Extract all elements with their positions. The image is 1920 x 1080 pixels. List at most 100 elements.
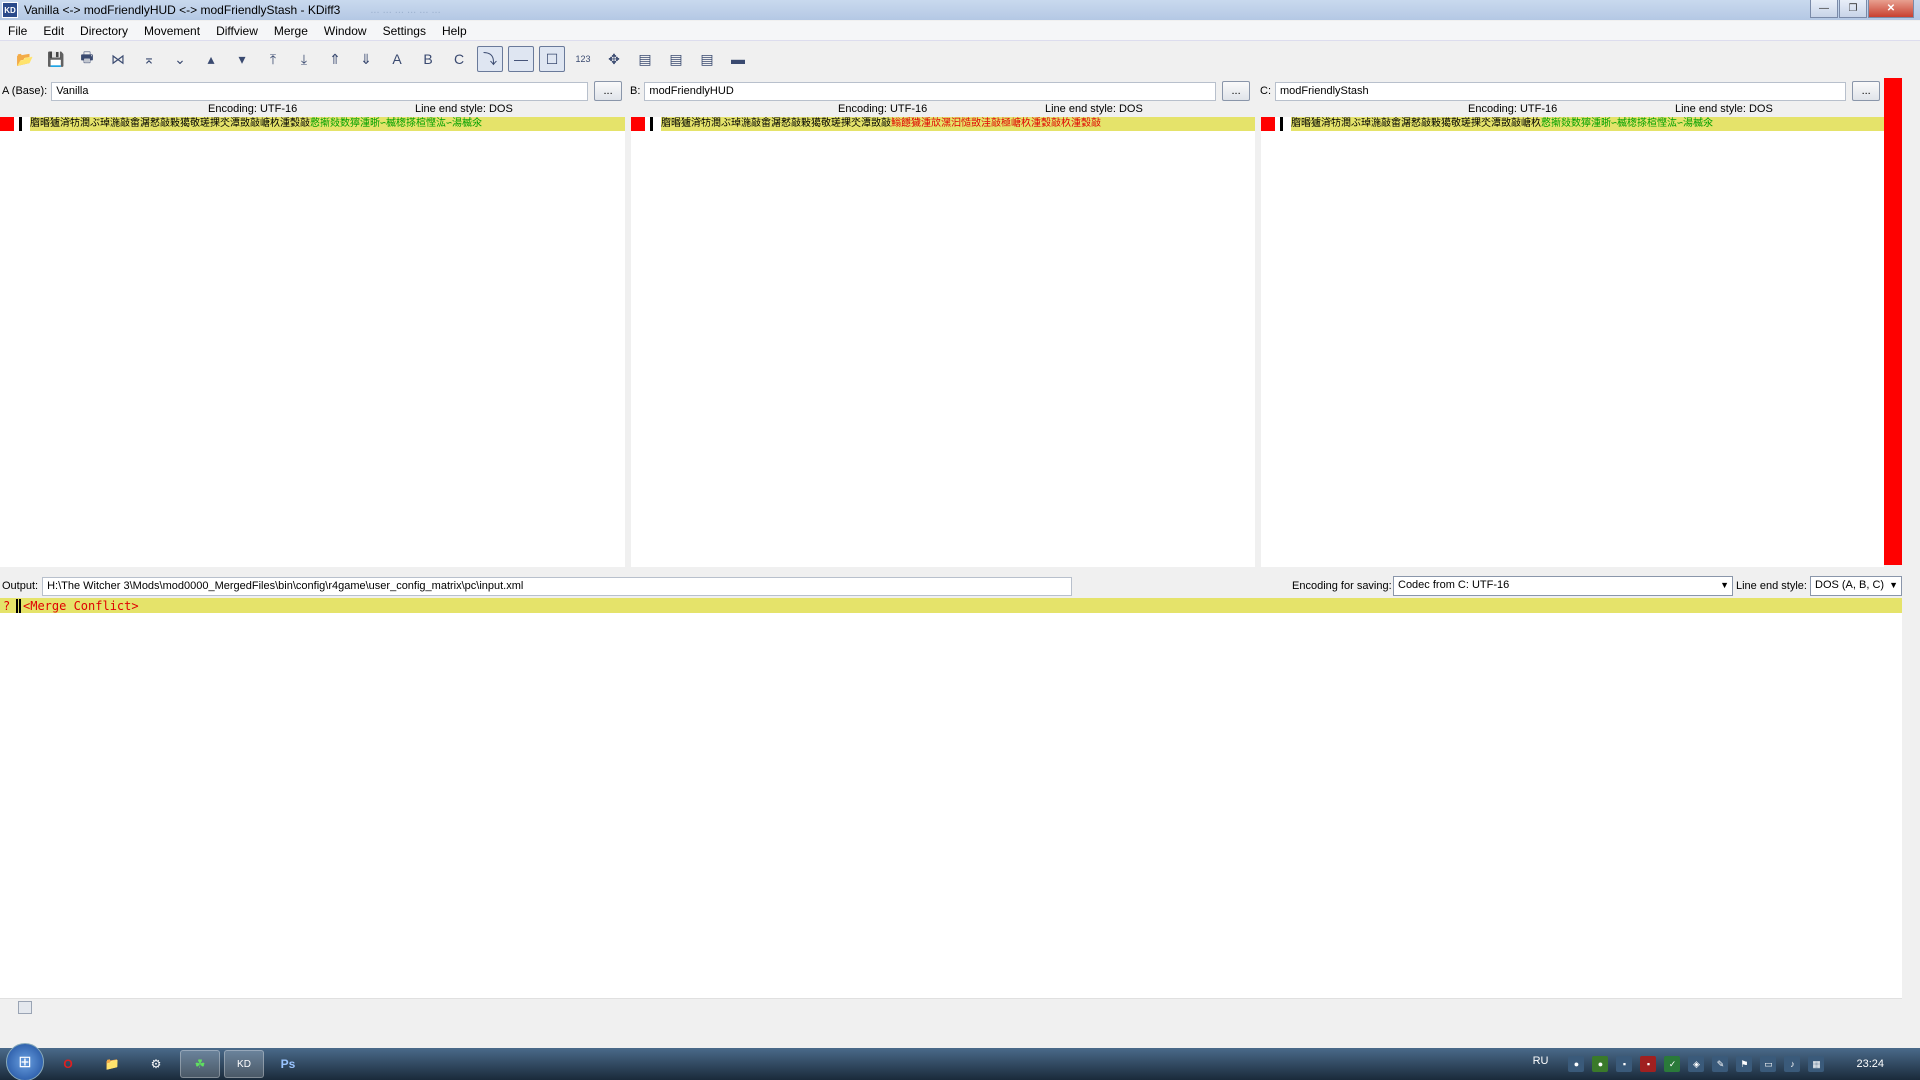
- prev-delta-icon[interactable]: ▴: [198, 46, 224, 72]
- pane-a-encoding: Encoding: UTF-16: [208, 103, 298, 115]
- pane-b-text-red: 䱵䭡獩湩㰠潶汩慥敳洼敲極嵣杦湩瑴敲杦湩瑴敲: [891, 118, 1101, 129]
- diff-vertical-scrollbar[interactable]: [1903, 78, 1920, 565]
- clock[interactable]: 23:24: [1856, 1058, 1884, 1070]
- tray-ssd-icon[interactable]: ▪: [1616, 1056, 1633, 1072]
- pane-c-line-end: Line end style: DOS: [1675, 103, 1773, 115]
- show-line-numbers-icon[interactable]: 123: [570, 46, 596, 72]
- menu-settings[interactable]: Settings: [375, 24, 434, 38]
- text-cursor: [19, 598, 21, 613]
- pane-b-file-input[interactable]: modFriendlyHUD: [644, 81, 1217, 101]
- tray-sb-icon[interactable]: ▪: [1640, 1056, 1657, 1072]
- merge-conflict-text: <Merge Conflict>: [23, 598, 139, 613]
- merge-horizontal-scrollbar[interactable]: [0, 998, 1902, 1015]
- auto-advance-icon[interactable]: ⤵: [477, 46, 503, 72]
- pane-a-diff-markers: [0, 117, 22, 131]
- line-marker: [19, 117, 22, 131]
- show-window-b-icon[interactable]: ▤: [663, 46, 689, 72]
- flag-icon[interactable]: ⚑: [1736, 1056, 1753, 1072]
- output-path-input[interactable]: H:\The Witcher 3\Mods\mod0000_MergedFile…: [42, 576, 1073, 596]
- merge-vertical-scrollbar[interactable]: [1903, 598, 1920, 998]
- volume-icon[interactable]: ♪: [1784, 1056, 1801, 1072]
- window-controls: — ❐ ✕: [1810, 0, 1914, 18]
- prev-unsolved-conflict-icon[interactable]: ⇑: [322, 46, 348, 72]
- pane-a-diff-line: 䐇㬆獹浳牥潤ぶ琸湤敲畬潳慭敲敤獦敬瑳捰氼潭敳敲嵣杦湩瑴敲慦摲敥数獰湩晣∽楲楤搽楦…: [30, 117, 625, 131]
- toolbar: 📂 💾 🖶 ⋈ ⌅ ⌄ ▴ ▾ ⤒ ⤓ ⇑ ⇓ A B C ⤵ — ☐ 123 …: [0, 44, 1920, 74]
- menu-directory[interactable]: Directory: [72, 24, 136, 38]
- pane-b-line-end: Line end style: DOS: [1045, 103, 1143, 115]
- pane-b-encoding: Encoding: UTF-16: [838, 103, 928, 115]
- pane-c-file-input[interactable]: modFriendlyStash: [1275, 81, 1847, 101]
- background-ghost-text: ... ... ... ... ... ...: [370, 4, 441, 16]
- system-tray: RU ● ● ▪ ▪ ✓ ◈ ✎ ⚑ ▭ ♪ ▦ 23:24: [1533, 1048, 1920, 1080]
- show-window-c-icon[interactable]: ▤: [694, 46, 720, 72]
- scrollbar-thumb[interactable]: [18, 1001, 32, 1014]
- taskbar-opera-icon[interactable]: O: [48, 1050, 88, 1078]
- tray-shield-icon[interactable]: ✓: [1664, 1056, 1681, 1072]
- close-button[interactable]: ✕: [1868, 0, 1914, 18]
- select-c-icon[interactable]: C: [446, 46, 472, 72]
- print-icon[interactable]: 🖶: [74, 46, 100, 72]
- select-b-icon[interactable]: B: [415, 46, 441, 72]
- tray-extra-icon[interactable]: ▦: [1808, 1056, 1825, 1072]
- pane-a-browse-button[interactable]: ...: [594, 81, 622, 101]
- menu-merge[interactable]: Merge: [266, 24, 316, 38]
- menu-window[interactable]: Window: [316, 24, 375, 38]
- line-end-style-value: DOS (A, B, C): [1815, 579, 1885, 591]
- go-top-icon[interactable]: ⌅: [136, 46, 162, 72]
- merge-output-view[interactable]: ? <Merge Conflict>: [0, 598, 1902, 1000]
- line-marker: [650, 117, 653, 131]
- show-window-a-icon[interactable]: ▤: [632, 46, 658, 72]
- toggle-split-icon[interactable]: ▬: [725, 46, 751, 72]
- line-marker: [1280, 117, 1283, 131]
- merge-conflict-line[interactable]: ? <Merge Conflict>: [0, 598, 1902, 613]
- taskbar-kdiff3-icon[interactable]: KD: [224, 1050, 264, 1078]
- next-conflict-icon[interactable]: ⤓: [291, 46, 317, 72]
- tray-pen-icon[interactable]: ✎: [1712, 1056, 1729, 1072]
- diff-overview-bar[interactable]: [1884, 78, 1902, 565]
- output-label: Output:: [2, 580, 39, 592]
- start-button[interactable]: ⊞: [6, 1043, 44, 1080]
- tray-nvidia-icon[interactable]: ●: [1592, 1056, 1609, 1072]
- text-cursor: [16, 598, 18, 613]
- menu-file[interactable]: File: [0, 24, 35, 38]
- go-bottom-icon[interactable]: ⌄: [167, 46, 193, 72]
- save-icon[interactable]: 💾: [43, 46, 69, 72]
- show-whitespace-chars-icon[interactable]: ☐: [539, 46, 565, 72]
- line-end-style-select[interactable]: DOS (A, B, C) ▼: [1810, 576, 1902, 596]
- pane-c-label: C:: [1260, 85, 1271, 97]
- select-a-icon[interactable]: A: [384, 46, 410, 72]
- pane-a-view[interactable]: 䐇㬆獹浳牥潤ぶ琸湤敲畬潳慭敲敤獦敬瑳捰氼潭敳敲嵣杦湩瑴敲慦摲敥数獰湩晣∽楲楤搽楦…: [0, 117, 625, 567]
- pane-c-browse-button[interactable]: ...: [1852, 81, 1880, 101]
- minimize-button[interactable]: —: [1810, 0, 1838, 18]
- next-delta-icon[interactable]: ▾: [229, 46, 255, 72]
- taskbar-explorer-icon[interactable]: 📁: [92, 1050, 132, 1078]
- taskbar-app-icon[interactable]: ⚙: [136, 1050, 176, 1078]
- tray-app-icon[interactable]: ●: [1568, 1056, 1585, 1072]
- show-whitespace-icon[interactable]: —: [508, 46, 534, 72]
- pane-c-view[interactable]: 䐇㬆獹浳牥潤ぶ琸湤敲畬潳慭敲敤獦敬瑳捰氼潭敳敲嵣杦慦摲敥数獰湩晣∽楲楤搽楦慳汯∽…: [1261, 117, 1884, 567]
- pane-b-browse-button[interactable]: ...: [1222, 81, 1250, 101]
- maximize-button[interactable]: ❐: [1839, 0, 1867, 18]
- network-icon[interactable]: ▭: [1760, 1056, 1777, 1072]
- choose-every-icon[interactable]: ✥: [601, 46, 627, 72]
- encoding-saving-select[interactable]: Codec from C: UTF-16 ▼: [1393, 576, 1733, 596]
- conflict-marker: [631, 117, 645, 131]
- menu-help[interactable]: Help: [434, 24, 475, 38]
- prev-conflict-icon[interactable]: ⤒: [260, 46, 286, 72]
- language-indicator[interactable]: RU: [1533, 1055, 1549, 1067]
- pane-b-view[interactable]: 䐇㬆獹浳牥潤ぶ琸湤敲畬潳慭敲敤獦敬瑳捰氼潭敳敲䱵䭡獩湩㰠潶汩慥敳洼敲極嵣杦湩瑴敲…: [631, 117, 1255, 567]
- pane-a-text-common: 䐇㬆獹浳牥潤ぶ琸湤敲畬潳慭敲敤獦敬瑳捰氼潭敳敲嵣杦湩瑴敲: [30, 118, 310, 129]
- menu-diffview[interactable]: Diffview: [208, 24, 266, 38]
- menu-edit[interactable]: Edit: [35, 24, 72, 38]
- taskbar-witcher-icon[interactable]: ☘: [180, 1050, 220, 1078]
- menu-movement[interactable]: Movement: [136, 24, 208, 38]
- chevron-down-icon: ▼: [1889, 580, 1898, 590]
- open-icon[interactable]: 📂: [12, 46, 38, 72]
- unsolved-marker: ?: [3, 598, 11, 613]
- next-unsolved-conflict-icon[interactable]: ⇓: [353, 46, 379, 72]
- go-current-delta-icon[interactable]: ⋈: [105, 46, 131, 72]
- taskbar-photoshop-icon[interactable]: Ps: [268, 1050, 308, 1078]
- pane-c-diff-markers: [1261, 117, 1283, 131]
- pane-a-file-input[interactable]: Vanilla: [51, 81, 589, 101]
- tray-network-app-icon[interactable]: ◈: [1688, 1056, 1705, 1072]
